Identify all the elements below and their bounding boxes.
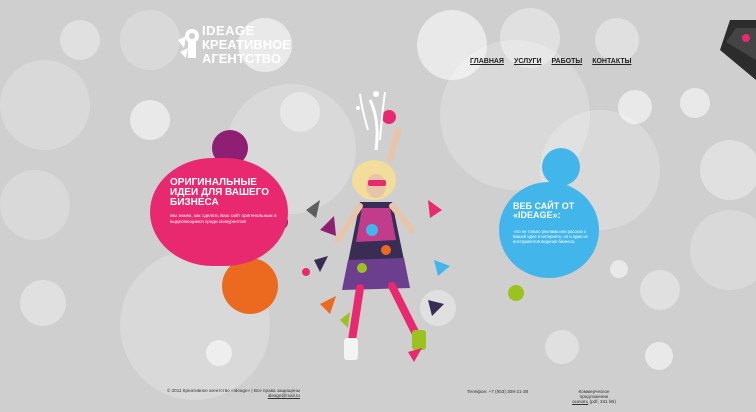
nav-item-home[interactable]: ГЛАВНАЯ bbox=[470, 58, 504, 65]
blue-card-body: -это не только реклама или рассказ о Ваш… bbox=[513, 229, 588, 245]
footer-copyright-block: © 2011 Креативное агентство «Ideage» | В… bbox=[150, 388, 300, 398]
bg-bubble bbox=[0, 170, 70, 240]
page-stage: IDEAGE КРЕАТИВНОЕ АГЕНТСТВО ГЛАВНАЯ УСЛУ… bbox=[0, 0, 756, 412]
logo-mark-icon bbox=[178, 29, 199, 58]
nav-item-works[interactable]: РАБОТЫ bbox=[551, 58, 582, 65]
pink-card-title: ОРИГИНАЛЬНЫЕ ИДЕИ ДЛЯ ВАШЕГО БИЗНЕСА bbox=[170, 177, 270, 208]
bg-bubble bbox=[206, 340, 232, 366]
pink-card-body: Мы знаем, как сделать Ваш сайт оригиналь… bbox=[170, 213, 277, 224]
nav-item-services[interactable]: УСЛУГИ bbox=[514, 58, 542, 65]
nav-item-contacts[interactable]: КОНТАКТЫ bbox=[592, 58, 631, 65]
blue-dot-small bbox=[542, 148, 580, 186]
corner-ribbon-icon[interactable] bbox=[720, 20, 756, 90]
orange-dot bbox=[222, 258, 278, 314]
logo-text-line3: АГЕНТСТВО bbox=[202, 51, 281, 66]
pink-feature-card: ОРИГИНАЛЬНЫЕ ИДЕИ ДЛЯ ВАШЕГО БИЗНЕСА Мы … bbox=[150, 158, 288, 266]
logo-text-brand: IDEAGE bbox=[202, 23, 255, 38]
bg-bubble bbox=[680, 88, 710, 118]
bg-bubble bbox=[0, 60, 90, 150]
lime-dot bbox=[508, 285, 524, 301]
logo[interactable]: IDEAGE КРЕАТИВНОЕ АГЕНТСТВО bbox=[178, 22, 291, 72]
bg-bubble bbox=[640, 270, 680, 310]
blue-card-title: ВЕБ САЙТ ОТ «IDEAGE»: bbox=[513, 201, 575, 220]
logo-text-line2: КРЕАТИВНОЕ bbox=[202, 37, 291, 52]
bg-bubble bbox=[60, 20, 100, 60]
bg-bubble bbox=[595, 18, 639, 62]
bg-bubble bbox=[610, 260, 628, 278]
footer-offer-block: Коммерческое предложение скачать (pdf, 3… bbox=[564, 389, 624, 404]
dancer-illustration bbox=[306, 91, 450, 362]
footer-offer-download-link[interactable]: скачать bbox=[572, 399, 588, 404]
bg-bubble bbox=[20, 280, 66, 326]
main-nav: ГЛАВНАЯ УСЛУГИ РАБОТЫ КОНТАКТЫ bbox=[470, 58, 631, 65]
footer-offer-size: (pdf, 341 kB) bbox=[589, 399, 616, 404]
bg-bubble bbox=[690, 210, 756, 290]
footer-email-link[interactable]: ideage@mail.ru bbox=[268, 393, 300, 398]
footer-phone: Телефон: +7 (953) 309-21-38 bbox=[467, 389, 529, 394]
bg-bubble bbox=[130, 100, 170, 140]
bg-bubble bbox=[700, 140, 756, 200]
bg-bubble bbox=[645, 342, 673, 370]
footer-offer-label: Коммерческое предложение bbox=[578, 389, 610, 399]
blue-feature-card: ВЕБ САЙТ ОТ «IDEAGE»: -это не только рек… bbox=[499, 182, 599, 278]
bg-bubble bbox=[545, 330, 579, 364]
bg-bubble bbox=[120, 10, 180, 70]
